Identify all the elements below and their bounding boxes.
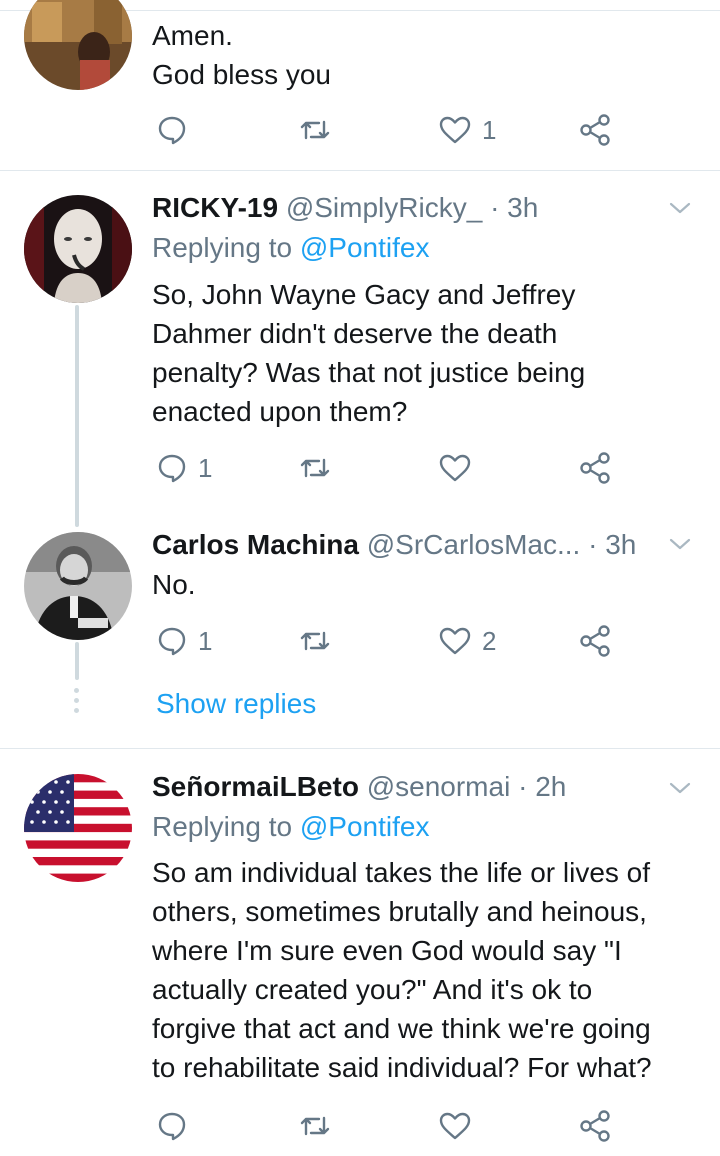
tweet-header: Carlos Machina @SrCarlosMac... · 3h [152, 528, 636, 562]
retweet-button[interactable] [298, 110, 332, 150]
avatar[interactable] [24, 774, 132, 882]
reply-icon [158, 1112, 186, 1141]
reply-icon [158, 116, 186, 145]
user-handle[interactable]: @senormai [367, 771, 511, 802]
like-icon [439, 1112, 471, 1140]
thread-more-dots [74, 688, 80, 718]
display-name[interactable]: RICKY-19 [152, 192, 278, 223]
display-name[interactable]: SeñormaiLBeto [152, 771, 359, 802]
retweet-button[interactable] [298, 448, 332, 488]
thread-line [75, 305, 79, 527]
retweet-icon [300, 458, 330, 478]
retweet-button[interactable] [298, 1106, 332, 1146]
reply-button[interactable]: 1 [156, 448, 212, 488]
tweet-text-line: enacted upon them? [152, 396, 408, 427]
tweet-header: SeñormaiLBeto @senormai · 2h [152, 770, 566, 804]
tweet-text-line: others, sometimes brutally and heinous, [152, 896, 647, 927]
chevron-down-icon[interactable] [668, 532, 692, 556]
tweet-header: RICKY-19 @SimplyRicky_ · 3h [152, 191, 538, 225]
replying-to: Replying to @Pontifex [152, 810, 429, 844]
separator-dot: · [588, 529, 598, 560]
tweet-text-line: Amen. [152, 20, 233, 51]
reply-button[interactable] [156, 110, 188, 150]
retweet-icon [300, 631, 330, 651]
tweet-body: No. [152, 565, 697, 604]
like-count: 2 [482, 625, 497, 656]
share-icon [580, 1110, 610, 1142]
timestamp[interactable]: 3h [507, 192, 538, 223]
show-replies-link[interactable]: Show replies [156, 687, 316, 721]
avatar[interactable] [24, 195, 132, 303]
tweet-body: Amen. God bless you [152, 16, 697, 94]
replying-to-label: Replying to [152, 232, 293, 263]
display-name[interactable]: Carlos Machina [152, 529, 359, 560]
separator-dot: · [490, 192, 500, 223]
share-button[interactable] [578, 110, 612, 150]
share-button[interactable] [578, 1106, 612, 1146]
share-button[interactable] [578, 448, 612, 488]
like-icon [439, 116, 471, 144]
reply-button[interactable] [156, 1106, 188, 1146]
like-count: 1 [482, 114, 497, 145]
share-icon [580, 114, 610, 146]
reply-count: 1 [198, 625, 213, 656]
timestamp[interactable]: 3h [605, 529, 636, 560]
tweet-text-line: Dahmer didn't deserve the death [152, 318, 558, 349]
tweet-body: So, John Wayne Gacy and Jeffrey Dahmer d… [152, 275, 697, 431]
like-icon [439, 627, 471, 655]
like-button[interactable]: 1 [438, 110, 496, 150]
reply-icon [158, 454, 186, 483]
avatar[interactable] [24, 532, 132, 640]
tweet-body: So am individual takes the life or lives… [152, 853, 712, 1087]
thread-line [75, 642, 79, 680]
retweet-icon [300, 1116, 330, 1136]
avatar[interactable] [24, 0, 132, 90]
tweet-text-line: to rehabilitate said individual? For wha… [152, 1052, 652, 1083]
tweet-text-line: No. [152, 569, 196, 600]
tweet-text-line: actually created you?" And it's ok to [152, 974, 593, 1005]
like-button[interactable]: 2 [438, 621, 496, 661]
tweet-text-line: forgive that act and we think we're goin… [152, 1013, 651, 1044]
share-icon [580, 452, 610, 484]
like-icon [439, 454, 471, 482]
retweet-button[interactable] [298, 621, 332, 661]
like-button[interactable] [438, 448, 472, 488]
share-icon [580, 625, 610, 657]
share-button[interactable] [578, 621, 612, 661]
tweet-text-line: God bless you [152, 59, 331, 90]
like-button[interactable] [438, 1106, 472, 1146]
tweet-divider [0, 170, 720, 171]
tweet-text-line: So, John Wayne Gacy and Jeffrey [152, 279, 576, 310]
replying-to-label: Replying to [152, 811, 293, 842]
replying-to: Replying to @Pontifex [152, 231, 429, 265]
tweet-divider [0, 748, 720, 749]
tweet-text-line: So am individual takes the life or lives… [152, 857, 651, 888]
user-handle[interactable]: @SrCarlosMac... [367, 529, 581, 560]
timestamp[interactable]: 2h [535, 771, 566, 802]
mention-link[interactable]: @Pontifex [300, 811, 430, 842]
tweet-text-line: where I'm sure even God would say "I [152, 935, 622, 966]
reply-icon [158, 627, 186, 656]
separator-dot: · [518, 771, 528, 802]
user-handle[interactable]: @SimplyRicky_ [286, 192, 482, 223]
reply-button[interactable]: 1 [156, 621, 212, 661]
retweet-icon [300, 120, 330, 140]
chevron-down-icon[interactable] [668, 196, 692, 220]
reply-count: 1 [198, 452, 213, 483]
chevron-down-icon[interactable] [668, 776, 692, 800]
mention-link[interactable]: @Pontifex [300, 232, 430, 263]
tweet-text-line: penalty? Was that not justice being [152, 357, 586, 388]
